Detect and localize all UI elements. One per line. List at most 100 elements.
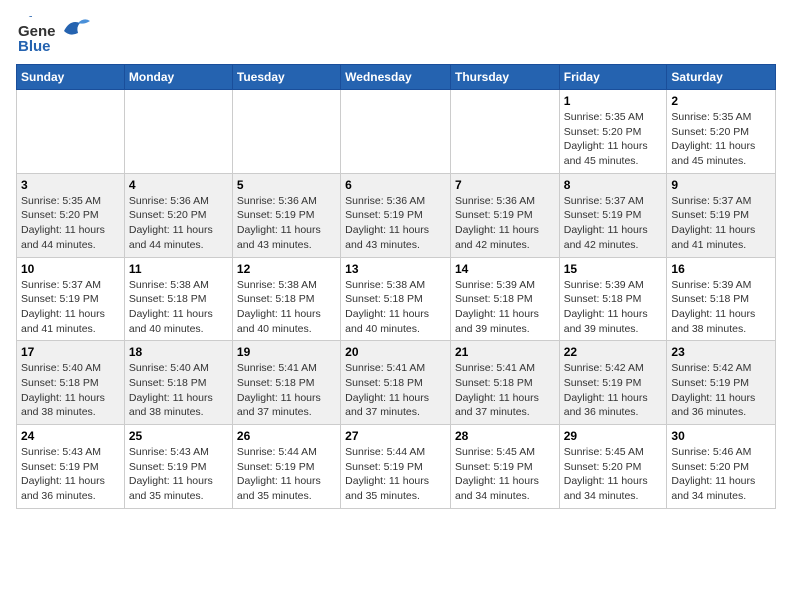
page-header: General Blue bbox=[16, 16, 776, 56]
calendar-cell: 23 Sunrise: 5:42 AM Sunset: 5:19 PM Dayli… bbox=[667, 341, 776, 425]
col-header-monday: Monday bbox=[124, 65, 232, 90]
day-info: Sunrise: 5:39 AM Sunset: 5:18 PM Dayligh… bbox=[671, 278, 771, 337]
calendar-cell bbox=[124, 90, 232, 174]
day-info: Sunrise: 5:43 AM Sunset: 5:19 PM Dayligh… bbox=[21, 445, 120, 504]
day-number: 2 bbox=[671, 94, 771, 108]
day-info: Sunrise: 5:36 AM Sunset: 5:19 PM Dayligh… bbox=[345, 194, 446, 253]
day-number: 30 bbox=[671, 429, 771, 443]
calendar-cell: 20 Sunrise: 5:41 AM Sunset: 5:18 PM Dayli… bbox=[341, 341, 451, 425]
day-number: 3 bbox=[21, 178, 120, 192]
day-info: Sunrise: 5:38 AM Sunset: 5:18 PM Dayligh… bbox=[129, 278, 228, 337]
col-header-wednesday: Wednesday bbox=[341, 65, 451, 90]
calendar-cell: 29 Sunrise: 5:45 AM Sunset: 5:20 PM Dayli… bbox=[559, 425, 667, 509]
calendar-cell: 18 Sunrise: 5:40 AM Sunset: 5:18 PM Dayli… bbox=[124, 341, 232, 425]
day-info: Sunrise: 5:38 AM Sunset: 5:18 PM Dayligh… bbox=[345, 278, 446, 337]
calendar-cell: 17 Sunrise: 5:40 AM Sunset: 5:18 PM Dayli… bbox=[17, 341, 125, 425]
day-info: Sunrise: 5:36 AM Sunset: 5:19 PM Dayligh… bbox=[455, 194, 555, 253]
day-number: 22 bbox=[564, 345, 663, 359]
day-info: Sunrise: 5:41 AM Sunset: 5:18 PM Dayligh… bbox=[345, 361, 446, 420]
day-number: 29 bbox=[564, 429, 663, 443]
day-info: Sunrise: 5:46 AM Sunset: 5:20 PM Dayligh… bbox=[671, 445, 771, 504]
calendar-week-row: 17 Sunrise: 5:40 AM Sunset: 5:18 PM Dayli… bbox=[17, 341, 776, 425]
day-info: Sunrise: 5:45 AM Sunset: 5:19 PM Dayligh… bbox=[455, 445, 555, 504]
calendar-cell: 13 Sunrise: 5:38 AM Sunset: 5:18 PM Dayli… bbox=[341, 257, 451, 341]
calendar-cell: 30 Sunrise: 5:46 AM Sunset: 5:20 PM Dayli… bbox=[667, 425, 776, 509]
day-info: Sunrise: 5:45 AM Sunset: 5:20 PM Dayligh… bbox=[564, 445, 663, 504]
calendar-cell: 8 Sunrise: 5:37 AM Sunset: 5:19 PM Daylig… bbox=[559, 173, 667, 257]
day-info: Sunrise: 5:43 AM Sunset: 5:19 PM Dayligh… bbox=[129, 445, 228, 504]
day-number: 26 bbox=[237, 429, 336, 443]
calendar-cell bbox=[17, 90, 125, 174]
calendar-cell: 9Sunrise: 5:37 AM Sunset: 5:19 PM Daylig… bbox=[667, 173, 776, 257]
col-header-thursday: Thursday bbox=[450, 65, 559, 90]
bird-icon bbox=[62, 17, 92, 45]
calendar-cell: 6 Sunrise: 5:36 AM Sunset: 5:19 PM Daylig… bbox=[341, 173, 451, 257]
day-number: 18 bbox=[129, 345, 228, 359]
day-number: 5 bbox=[237, 178, 336, 192]
day-number: 16 bbox=[671, 262, 771, 276]
calendar-cell bbox=[232, 90, 340, 174]
calendar-cell: 1 Sunrise: 5:35 AM Sunset: 5:20 PM Daylig… bbox=[559, 90, 667, 174]
day-number: 24 bbox=[21, 429, 120, 443]
calendar-cell: 26 Sunrise: 5:44 AM Sunset: 5:19 PM Dayli… bbox=[232, 425, 340, 509]
day-number: 23 bbox=[671, 345, 771, 359]
day-info: Sunrise: 5:35 AM Sunset: 5:20 PM Dayligh… bbox=[671, 110, 771, 169]
calendar-week-row: 24 Sunrise: 5:43 AM Sunset: 5:19 PM Dayli… bbox=[17, 425, 776, 509]
day-info: Sunrise: 5:44 AM Sunset: 5:19 PM Dayligh… bbox=[237, 445, 336, 504]
col-header-sunday: Sunday bbox=[17, 65, 125, 90]
calendar-cell: 22 Sunrise: 5:42 AM Sunset: 5:19 PM Dayli… bbox=[559, 341, 667, 425]
calendar-cell: 15 Sunrise: 5:39 AM Sunset: 5:18 PM Dayli… bbox=[559, 257, 667, 341]
calendar-week-row: 3Sunrise: 5:35 AM Sunset: 5:20 PM Daylig… bbox=[17, 173, 776, 257]
col-header-friday: Friday bbox=[559, 65, 667, 90]
calendar-cell: 27Sunrise: 5:44 AM Sunset: 5:19 PM Dayli… bbox=[341, 425, 451, 509]
day-info: Sunrise: 5:40 AM Sunset: 5:18 PM Dayligh… bbox=[129, 361, 228, 420]
calendar-cell: 3Sunrise: 5:35 AM Sunset: 5:20 PM Daylig… bbox=[17, 173, 125, 257]
day-info: Sunrise: 5:36 AM Sunset: 5:19 PM Dayligh… bbox=[237, 194, 336, 253]
day-number: 20 bbox=[345, 345, 446, 359]
day-info: Sunrise: 5:39 AM Sunset: 5:18 PM Dayligh… bbox=[564, 278, 663, 337]
calendar-table: SundayMondayTuesdayWednesdayThursdayFrid… bbox=[16, 64, 776, 509]
day-info: Sunrise: 5:44 AM Sunset: 5:19 PM Dayligh… bbox=[345, 445, 446, 504]
svg-text:Blue: Blue bbox=[18, 38, 51, 55]
calendar-cell: 2 Sunrise: 5:35 AM Sunset: 5:20 PM Daylig… bbox=[667, 90, 776, 174]
col-header-tuesday: Tuesday bbox=[232, 65, 340, 90]
calendar-cell: 14 Sunrise: 5:39 AM Sunset: 5:18 PM Dayli… bbox=[450, 257, 559, 341]
day-info: Sunrise: 5:40 AM Sunset: 5:18 PM Dayligh… bbox=[21, 361, 120, 420]
calendar-cell bbox=[341, 90, 451, 174]
day-number: 12 bbox=[237, 262, 336, 276]
calendar-cell: 16 Sunrise: 5:39 AM Sunset: 5:18 PM Dayli… bbox=[667, 257, 776, 341]
calendar-cell: 11Sunrise: 5:38 AM Sunset: 5:18 PM Dayli… bbox=[124, 257, 232, 341]
day-number: 8 bbox=[564, 178, 663, 192]
day-info: Sunrise: 5:37 AM Sunset: 5:19 PM Dayligh… bbox=[21, 278, 120, 337]
day-info: Sunrise: 5:38 AM Sunset: 5:18 PM Dayligh… bbox=[237, 278, 336, 337]
day-number: 15 bbox=[564, 262, 663, 276]
calendar-cell: 10Sunrise: 5:37 AM Sunset: 5:19 PM Dayli… bbox=[17, 257, 125, 341]
day-number: 13 bbox=[345, 262, 446, 276]
calendar-cell: 21Sunrise: 5:41 AM Sunset: 5:18 PM Dayli… bbox=[450, 341, 559, 425]
calendar-week-row: 10Sunrise: 5:37 AM Sunset: 5:19 PM Dayli… bbox=[17, 257, 776, 341]
logo: General Blue bbox=[16, 16, 92, 56]
day-number: 7 bbox=[455, 178, 555, 192]
calendar-week-row: 1 Sunrise: 5:35 AM Sunset: 5:20 PM Daylig… bbox=[17, 90, 776, 174]
day-info: Sunrise: 5:37 AM Sunset: 5:19 PM Dayligh… bbox=[564, 194, 663, 253]
col-header-saturday: Saturday bbox=[667, 65, 776, 90]
day-number: 4 bbox=[129, 178, 228, 192]
logo-icon: General Blue bbox=[16, 16, 56, 56]
day-number: 1 bbox=[564, 94, 663, 108]
calendar-cell: 25Sunrise: 5:43 AM Sunset: 5:19 PM Dayli… bbox=[124, 425, 232, 509]
calendar-cell: 24 Sunrise: 5:43 AM Sunset: 5:19 PM Dayli… bbox=[17, 425, 125, 509]
day-info: Sunrise: 5:39 AM Sunset: 5:18 PM Dayligh… bbox=[455, 278, 555, 337]
day-number: 19 bbox=[237, 345, 336, 359]
calendar-header-row: SundayMondayTuesdayWednesdayThursdayFrid… bbox=[17, 65, 776, 90]
day-number: 9 bbox=[671, 178, 771, 192]
calendar-cell bbox=[450, 90, 559, 174]
calendar-cell: 12 Sunrise: 5:38 AM Sunset: 5:18 PM Dayli… bbox=[232, 257, 340, 341]
calendar-cell: 5 Sunrise: 5:36 AM Sunset: 5:19 PM Daylig… bbox=[232, 173, 340, 257]
day-info: Sunrise: 5:35 AM Sunset: 5:20 PM Dayligh… bbox=[564, 110, 663, 169]
day-number: 17 bbox=[21, 345, 120, 359]
day-info: Sunrise: 5:42 AM Sunset: 5:19 PM Dayligh… bbox=[564, 361, 663, 420]
day-number: 14 bbox=[455, 262, 555, 276]
day-info: Sunrise: 5:42 AM Sunset: 5:19 PM Dayligh… bbox=[671, 361, 771, 420]
day-number: 6 bbox=[345, 178, 446, 192]
day-number: 28 bbox=[455, 429, 555, 443]
